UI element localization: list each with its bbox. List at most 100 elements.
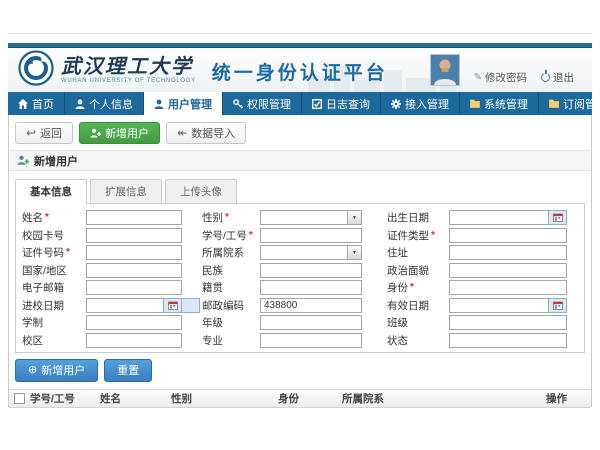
- calendar-icon-entry[interactable]: [164, 298, 182, 313]
- field-id-type: 证件类型*: [387, 228, 584, 243]
- back-button[interactable]: ↩ 返回: [15, 122, 73, 144]
- tab-basic-info[interactable]: 基本信息: [15, 179, 87, 204]
- folder-icon: [549, 99, 559, 108]
- key-icon: [233, 99, 243, 109]
- section-header: 新增用户: [9, 150, 591, 171]
- identity-input[interactable]: [449, 280, 567, 295]
- gear-icon: [391, 99, 401, 109]
- field-postal-code: 邮政编码: [202, 298, 387, 313]
- nav-item-permission-management[interactable]: 权限管理: [223, 92, 302, 115]
- calendar-icon[interactable]: [549, 210, 567, 225]
- toolbar: ↩ 返回 新增用户 ↞ 数据导入: [9, 115, 591, 150]
- grade-input[interactable]: [260, 315, 362, 330]
- field-political-status: 政治面貌: [387, 263, 584, 278]
- column-header-identity: 身份: [278, 391, 342, 406]
- required-marker: *: [431, 230, 435, 241]
- political-status-input[interactable]: [449, 263, 567, 278]
- select-all-checkbox[interactable]: [14, 393, 25, 404]
- user-avatar: [430, 54, 460, 86]
- checklist-icon: [312, 99, 322, 109]
- field-native-place: 籍贯: [202, 280, 387, 295]
- campus-card-input[interactable]: [86, 228, 182, 243]
- nav-item-subscription-management[interactable]: 订阅管理: [539, 92, 600, 115]
- birthdate-input[interactable]: [449, 210, 549, 225]
- add-user-toolbar-button[interactable]: 新增用户: [79, 122, 160, 144]
- calendar-icon[interactable]: [549, 298, 567, 313]
- address-input[interactable]: [449, 245, 567, 260]
- nav-item-user-management[interactable]: 用户管理: [144, 92, 223, 115]
- student-id-input[interactable]: [260, 228, 362, 243]
- add-user-section-icon: [17, 155, 29, 166]
- column-header-gender: 性别: [171, 391, 278, 406]
- user-table-header: 学号/工号 姓名 性别 身份 所属院系 操作: [9, 389, 591, 408]
- calendar-icon[interactable]: [182, 298, 200, 313]
- class-input[interactable]: [449, 315, 567, 330]
- data-import-button[interactable]: ↞ 数据导入: [166, 122, 246, 144]
- nav-item-system-management[interactable]: 系统管理: [460, 92, 539, 115]
- major-input[interactable]: [260, 333, 362, 348]
- chevron-down-icon[interactable]: ▼: [347, 246, 361, 259]
- logout-link[interactable]: 退出: [541, 70, 574, 85]
- campus-input[interactable]: [86, 333, 182, 348]
- country-region-input[interactable]: [86, 263, 182, 278]
- university-logo-icon: [18, 50, 54, 91]
- native-place-input[interactable]: [260, 280, 362, 295]
- field-valid-date: 有效日期: [387, 298, 584, 313]
- nav-item-personal-info[interactable]: 个人信息: [65, 92, 144, 115]
- column-header-name: 姓名: [100, 391, 171, 406]
- back-arrow-icon: ↩: [26, 127, 36, 139]
- reset-button[interactable]: 重置: [104, 359, 152, 382]
- chevron-down-icon[interactable]: ▼: [347, 211, 361, 224]
- status-input[interactable]: [449, 333, 567, 348]
- person-icon: [75, 99, 85, 109]
- field-name: 姓名*: [22, 210, 202, 225]
- person-icon: [154, 99, 164, 109]
- basic-info-form: 姓名* 性别* ▼ 出生日期 校园卡号 学号/工号*: [15, 203, 585, 353]
- field-gender: 性别* ▼: [202, 210, 387, 225]
- main-nav: 首页 个人信息 用户管理 权限管理 日志查询 接入管理 系统管理 订阅管理: [8, 92, 592, 115]
- nav-item-home[interactable]: 首页: [8, 92, 65, 115]
- tab-extended-info[interactable]: 扩展信息: [90, 179, 162, 203]
- change-password-link[interactable]: ✎ 修改密码: [474, 70, 527, 85]
- user-table-body-empty: [9, 408, 591, 416]
- power-icon: [541, 73, 550, 82]
- field-class: 班级: [387, 315, 584, 330]
- id-number-input[interactable]: [86, 245, 182, 260]
- valid-date-input[interactable]: [449, 298, 549, 313]
- column-header-department: 所属院系: [342, 391, 546, 406]
- tab-strip: 基本信息 扩展信息 上传头像: [15, 179, 585, 203]
- field-ethnicity: 民族: [202, 263, 387, 278]
- form-actions: ⊕ 新增用户 重置: [9, 353, 591, 389]
- submit-add-user-button[interactable]: ⊕ 新增用户: [15, 359, 98, 382]
- change-password-label: 修改密码: [485, 70, 527, 85]
- field-department: 所属院系 ▼: [202, 245, 387, 260]
- university-name: 武汉理工大学: [61, 56, 196, 76]
- platform-title: 统一身份认证平台: [212, 58, 388, 85]
- field-student-id: 学号/工号*: [202, 228, 387, 243]
- field-entry-date: 进校日期: [22, 298, 202, 313]
- id-type-input[interactable]: [449, 228, 567, 243]
- required-marker: *: [249, 230, 253, 241]
- postal-code-input[interactable]: [260, 298, 362, 313]
- top-divider: [8, 33, 592, 34]
- required-marker: *: [66, 247, 70, 258]
- logout-label: 退出: [553, 70, 574, 85]
- required-marker: *: [225, 212, 229, 223]
- field-status: 状态: [387, 333, 584, 348]
- field-campus: 校区: [22, 333, 202, 348]
- ethnicity-input[interactable]: [260, 263, 362, 278]
- nav-item-access-management[interactable]: 接入管理: [381, 92, 460, 115]
- field-country-region: 国家/地区: [22, 263, 202, 278]
- email-input[interactable]: [86, 280, 182, 295]
- education-length-input[interactable]: [86, 315, 182, 330]
- entry-date-input[interactable]: [86, 298, 164, 313]
- import-arrow-icon: ↞: [177, 127, 187, 139]
- tab-upload-avatar[interactable]: 上传头像: [165, 179, 237, 203]
- nav-item-log-query[interactable]: 日志查询: [302, 92, 381, 115]
- app-window: 武汉理工大学 WUHAN UNIVERSITY OF TECHNOLOGY 统一…: [8, 33, 592, 407]
- name-input[interactable]: [86, 210, 182, 225]
- field-identity: 身份*: [387, 280, 584, 295]
- pencil-icon: ✎: [474, 72, 482, 83]
- field-id-number: 证件号码*: [22, 245, 202, 260]
- column-header-operations: 操作: [546, 391, 591, 406]
